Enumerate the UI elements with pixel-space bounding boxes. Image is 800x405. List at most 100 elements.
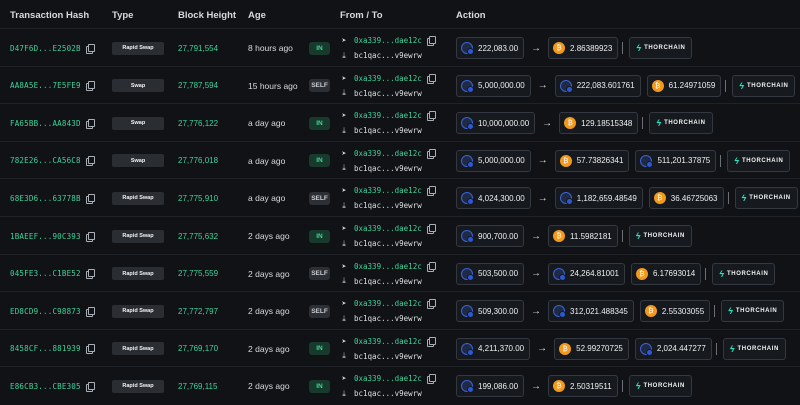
output-asset-pill[interactable]: 2.86389923	[548, 37, 619, 59]
input-asset-pill[interactable]: 5,000,000.00	[456, 149, 531, 172]
output-asset-pill[interactable]: 36.46725063	[648, 187, 724, 210]
copy-icon[interactable]	[85, 344, 95, 355]
copy-icon[interactable]	[426, 224, 436, 234]
copy-icon[interactable]	[85, 81, 95, 92]
copy-icon[interactable]	[85, 43, 95, 54]
transaction-hash-link[interactable]: 1BAEEF...90C393	[10, 232, 81, 241]
output-asset-pill[interactable]: 312,021.488345	[548, 300, 634, 323]
output-asset-pill[interactable]: 511,201.37875	[635, 149, 717, 172]
output-asset-pill[interactable]: 11.5982181	[548, 225, 618, 247]
thorchain-badge[interactable]: ϟ THORCHAIN	[727, 149, 791, 172]
input-asset-pill[interactable]: 5,000,000.00	[456, 74, 531, 97]
block-height-link[interactable]: 27,776,122	[178, 104, 218, 142]
copy-icon[interactable]	[85, 306, 95, 317]
input-asset-pill[interactable]: 4,211,370.00	[456, 337, 531, 360]
block-height-link[interactable]: 27,775,910	[178, 179, 218, 217]
thorchain-badge[interactable]: ϟ THORCHAIN	[732, 74, 796, 97]
from-address-link[interactable]: 0xa339...dae12c	[354, 111, 422, 120]
from-address-link[interactable]: 0xa339...dae12c	[354, 74, 422, 83]
from-address-link[interactable]: 0xa339...dae12c	[354, 224, 422, 233]
from-address-link[interactable]: 0xa339...dae12c	[354, 374, 422, 383]
output-asset-pill[interactable]: 1,182,659.48549	[554, 187, 643, 210]
block-height-link[interactable]: 27,791,554	[178, 29, 218, 67]
copy-icon[interactable]	[85, 381, 95, 392]
block-height-link[interactable]: 27,775,632	[178, 217, 218, 255]
transaction-hash-link[interactable]: 8458CF...881939	[10, 344, 81, 353]
to-address-link[interactable]: bc1qac...v9ewrw	[354, 239, 422, 248]
thorchain-badge[interactable]: ϟ THORCHAIN	[712, 262, 776, 285]
send-icon: ➤	[341, 374, 347, 384]
transaction-hash-link[interactable]: 045FE3...C1BE52	[10, 269, 81, 278]
copy-icon[interactable]	[426, 374, 436, 385]
copy-icon[interactable]	[85, 231, 95, 242]
copy-icon[interactable]	[426, 148, 436, 159]
copy-icon[interactable]	[426, 36, 436, 46]
to-address-link[interactable]: bc1qac...v9ewrw	[354, 164, 422, 173]
transaction-hash-link[interactable]: E86CB3...CBE305	[10, 382, 81, 391]
transaction-hash-link[interactable]: 68E3D6...63778B	[10, 194, 81, 203]
input-asset-pill[interactable]: 222,083.00	[456, 37, 525, 59]
thorchain-badge[interactable]: ϟ THORCHAIN	[628, 375, 692, 398]
output-asset-pill[interactable]: 222,083.601761	[554, 74, 641, 97]
input-asset-pill[interactable]: 503,500.00	[456, 262, 525, 285]
thorchain-badge[interactable]: ϟ THORCHAIN	[649, 112, 713, 135]
output-asset-pill[interactable]: 61.24971059	[646, 74, 722, 97]
to-address-link[interactable]: bc1qac...v9ewrw	[354, 126, 422, 135]
to-address-link[interactable]: bc1qac...v9ewrw	[354, 277, 422, 286]
transaction-hash-link[interactable]: ED8CD9...C98873	[10, 307, 81, 316]
copy-icon[interactable]	[426, 261, 436, 272]
input-asset-pill[interactable]: 10,000,000.00	[456, 112, 536, 135]
from-address-link[interactable]: 0xa339...dae12c	[354, 149, 422, 158]
input-asset-pill[interactable]: 199,086.00	[456, 375, 525, 398]
from-address-link[interactable]: 0xa339...dae12c	[354, 186, 422, 195]
output-asset-pill[interactable]: 2,024.447277	[634, 337, 712, 360]
thorchain-badge[interactable]: ϟ THORCHAIN	[628, 225, 692, 247]
receive-icon: ⤓	[342, 276, 346, 286]
copy-icon[interactable]	[85, 156, 95, 167]
copy-icon[interactable]	[85, 269, 95, 280]
output-asset-pill[interactable]: 6.17693014	[630, 262, 702, 285]
copy-icon[interactable]	[426, 299, 436, 310]
block-height-link[interactable]: 27,787,594	[178, 67, 218, 105]
block-height-link[interactable]: 27,775,559	[178, 255, 218, 293]
to-address-link[interactable]: bc1qac...v9ewrw	[354, 389, 422, 398]
input-asset-pill[interactable]: 509,300.00	[456, 300, 525, 323]
transaction-hash-link[interactable]: AA8A5E...7E5FE9	[10, 81, 81, 90]
transaction-hash-link[interactable]: FA65BB...AA843D	[10, 119, 81, 128]
output-asset-pill[interactable]: 2.55303055	[639, 300, 711, 323]
to-address-link[interactable]: bc1qac...v9ewrw	[354, 314, 422, 323]
rune-coin-icon	[461, 117, 474, 131]
thorchain-badge[interactable]: ϟ THORCHAIN	[629, 37, 693, 59]
to-address-link[interactable]: bc1qac...v9ewrw	[354, 51, 422, 60]
block-height-link[interactable]: 27,776,018	[178, 142, 218, 180]
output-asset-pill[interactable]: 52.99270725	[554, 337, 629, 360]
input-asset-pill[interactable]: 900,700.00	[456, 225, 525, 247]
block-height-link[interactable]: 27,769,170	[178, 330, 218, 368]
transaction-hash-link[interactable]: D47F6D...E2502B	[10, 44, 81, 53]
block-height-link[interactable]: 27,769,115	[178, 367, 217, 405]
to-address-link[interactable]: bc1qac...v9ewrw	[354, 352, 422, 361]
copy-icon[interactable]	[426, 111, 436, 122]
copy-icon[interactable]	[426, 336, 436, 347]
to-address-link[interactable]: bc1qac...v9ewrw	[354, 89, 422, 98]
input-asset-pill[interactable]: 4,024,300.00	[456, 187, 531, 210]
from-address-link[interactable]: 0xa339...dae12c	[354, 36, 422, 45]
output-amount: 57.73826341	[576, 156, 624, 166]
output-asset-pill[interactable]: 2.50319511	[548, 375, 618, 398]
output-asset-pill[interactable]: 24,264.81001	[548, 262, 625, 285]
copy-icon[interactable]	[85, 193, 95, 204]
thorchain-badge[interactable]: ϟ THORCHAIN	[722, 337, 786, 360]
transaction-hash-link[interactable]: 782E26...CA56C8	[10, 156, 81, 165]
thorchain-badge[interactable]: ϟ THORCHAIN	[721, 300, 785, 323]
from-address-link[interactable]: 0xa339...dae12c	[354, 337, 422, 346]
copy-icon[interactable]	[85, 118, 95, 129]
to-address-link[interactable]: bc1qac...v9ewrw	[354, 201, 422, 210]
output-asset-pill[interactable]: 57.73826341	[554, 149, 630, 172]
output-asset-pill[interactable]: 129.18515348	[559, 112, 639, 135]
copy-icon[interactable]	[426, 73, 436, 84]
from-address-link[interactable]: 0xa339...dae12c	[354, 299, 422, 308]
thorchain-badge[interactable]: ϟ THORCHAIN	[734, 187, 798, 210]
from-address-link[interactable]: 0xa339...dae12c	[354, 262, 422, 271]
copy-icon[interactable]	[426, 186, 436, 197]
block-height-link[interactable]: 27,772,797	[178, 292, 218, 330]
